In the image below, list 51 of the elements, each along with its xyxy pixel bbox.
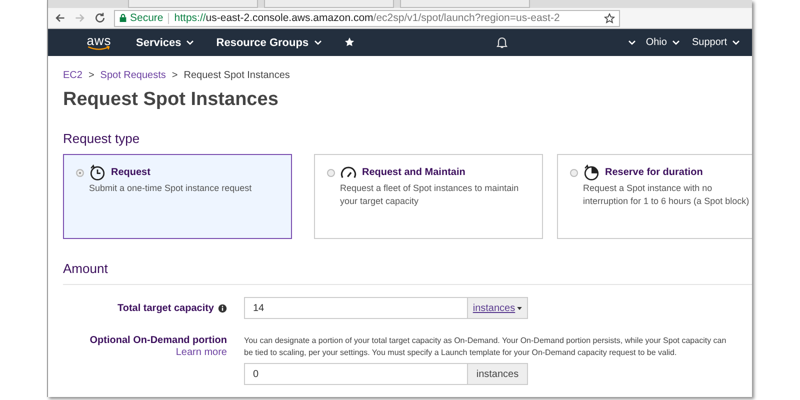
request-type-card[interactable]: Request and Maintain Request a fleet of Spot instances to maintain your target capacity — [314, 154, 543, 239]
number-input[interactable]: 14 — [244, 297, 468, 319]
gauge-icon — [340, 164, 357, 181]
clock-icon — [89, 164, 106, 181]
info-icon[interactable] — [218, 304, 227, 312]
request-type-card[interactable]: Reserve for duration Request a Spot instance with no interruption for 1 to 6 hours (a Spot block) — [557, 154, 752, 239]
field-label: Total target capacity — [117, 302, 214, 314]
secure-label: Secure — [130, 12, 164, 24]
option-title: Request — [111, 167, 150, 178]
caret-icon — [517, 306, 522, 310]
back-icon[interactable] — [54, 12, 66, 24]
url-text: https://us-east-2.console.aws.amazon.com/ec2sp/v1/spot/launch?region=us-east-2 — [174, 12, 560, 24]
aws-logo[interactable]: aws — [84, 34, 114, 50]
caret-icon[interactable] — [628, 40, 636, 45]
field-label: Optional On-Demand portion — [90, 335, 227, 346]
breadcrumb-separator: > — [88, 70, 94, 81]
option-title: Request and Maintain — [362, 167, 466, 178]
bookmark-star-icon[interactable] — [604, 12, 615, 24]
option-description: Request a Spot instance with no interruption for 1 to 6 hours (a Spot block) — [583, 182, 750, 208]
caret-icon — [186, 40, 194, 45]
breadcrumb-link[interactable]: Spot Requests — [100, 70, 166, 81]
region-menu[interactable]: Ohio — [646, 37, 680, 48]
unit-label: instances — [468, 363, 528, 385]
learn-more-link[interactable]: Learn more — [176, 347, 227, 358]
support-menu[interactable]: Support — [692, 37, 740, 48]
address-bar[interactable]: Secure https://us-east-2.console.aws.amazon.com/ec2sp/v1/spot/launch?region=us-east-2 — [114, 10, 620, 26]
lock-icon — [119, 13, 127, 23]
unit-dropdown[interactable]: instances — [468, 297, 528, 319]
nav-menu[interactable]: Resource Groups — [216, 36, 322, 48]
reload-icon[interactable] — [94, 12, 106, 24]
number-input[interactable]: 0 — [244, 363, 468, 385]
request-type-card[interactable]: Request Submit a one-time Spot instance request — [63, 154, 292, 239]
breadcrumb-link[interactable]: EC2 — [63, 70, 82, 81]
section-heading: Request type — [63, 131, 141, 146]
caret-icon — [672, 40, 680, 45]
help-text: You can designate a portion of your total target capacity as On-Demand. Your On-Demand portion persists, while your Spot capacity can be tied to scaling, per your settings. You must specify a Launch template for your On-Demand capacity request to be valid. — [244, 335, 728, 359]
option-description: Submit a one-time Spot instance request — [89, 182, 253, 195]
option-title: Reserve for duration — [605, 167, 703, 178]
timer-icon — [583, 164, 600, 181]
nav-menu[interactable]: Services — [136, 36, 194, 48]
section-heading: Amount — [63, 261, 109, 276]
caret-icon — [732, 40, 740, 45]
radio-button[interactable] — [570, 168, 578, 176]
bell-icon[interactable] — [496, 36, 508, 48]
option-description: Request a fleet of Spot instances to maintain your target capacity — [340, 182, 520, 208]
radio-button[interactable] — [76, 168, 84, 176]
page-title: Request Spot Instances — [63, 89, 280, 111]
caret-icon — [314, 40, 322, 45]
breadcrumb-separator: > — [172, 70, 178, 81]
breadcrumb-current: Request Spot Instances — [184, 70, 290, 81]
radio-button[interactable] — [327, 168, 335, 176]
